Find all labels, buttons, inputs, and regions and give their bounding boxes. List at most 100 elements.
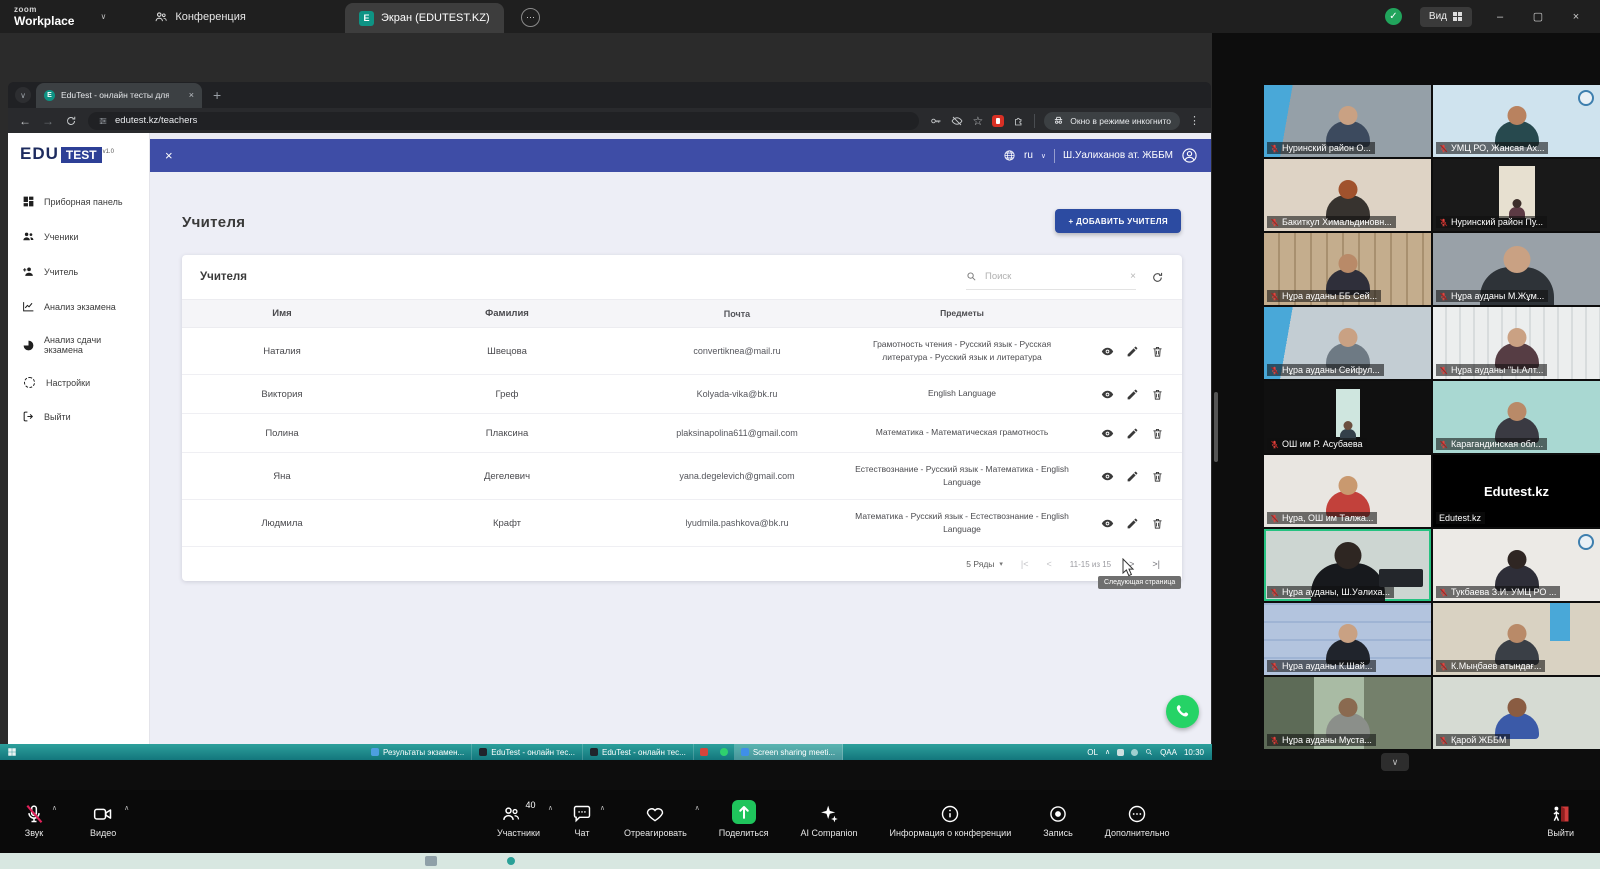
sidebar-item-teacher[interactable]: Учитель (8, 254, 149, 289)
taskbar-icon[interactable] (714, 744, 734, 760)
forward-icon[interactable]: → (42, 114, 54, 128)
record-button[interactable]: Запись (1043, 800, 1073, 838)
view-icon[interactable] (1101, 345, 1114, 358)
avatar[interactable] (1181, 147, 1198, 164)
more-button[interactable]: Дополнительно (1105, 800, 1170, 838)
keyboard-layout-label[interactable]: QAA (1160, 748, 1177, 757)
react-options-chevron[interactable]: ∧ (695, 804, 700, 812)
delete-icon[interactable] (1151, 388, 1164, 401)
first-page-button[interactable]: |< (1021, 559, 1029, 569)
close-banner-icon[interactable]: × (165, 148, 173, 163)
previous-page-button[interactable]: < (1047, 559, 1052, 569)
sidebar-item-logout[interactable]: Выйти (8, 399, 149, 434)
participant-tile[interactable]: Карагандинская обл... (1433, 381, 1600, 453)
back-icon[interactable]: ← (19, 114, 31, 128)
chat-button[interactable]: Чат ∧ (572, 800, 592, 838)
edit-icon[interactable] (1126, 427, 1139, 440)
participants-options-chevron[interactable]: ∧ (548, 804, 553, 812)
reload-icon[interactable] (65, 115, 77, 127)
leave-button[interactable]: Выйти (1547, 800, 1574, 838)
delete-icon[interactable] (1151, 470, 1164, 483)
new-tab-button[interactable]: + (213, 87, 221, 103)
audio-options-chevron[interactable]: ∧ (52, 804, 57, 812)
sidebar-item-students[interactable]: Ученики (8, 219, 149, 254)
taskbar-item[interactable]: EduTest - онлайн тес... (472, 744, 583, 760)
participant-tile[interactable]: Қарой ЖББМ (1433, 677, 1600, 749)
refresh-button[interactable] (1151, 271, 1164, 284)
edit-icon[interactable] (1126, 388, 1139, 401)
tab-list-chevron-icon[interactable]: ∨ (15, 87, 31, 103)
participant-tile[interactable]: Тукбаева З.И. УМЦ РО ... (1433, 529, 1600, 601)
hidden-icons-chevron[interactable]: ∧ (1105, 748, 1110, 756)
add-teacher-button[interactable]: + ДОБАВИТЬ УЧИТЕЛЯ (1055, 209, 1181, 233)
view-icon[interactable] (1101, 470, 1114, 483)
chat-options-chevron[interactable]: ∧ (600, 804, 605, 812)
participant-tile[interactable]: ОШ им Р. Асубаева (1264, 381, 1431, 453)
delete-icon[interactable] (1151, 345, 1164, 358)
scroll-participants-down-button[interactable]: ∨ (1381, 753, 1409, 771)
clock[interactable]: 10:30 (1184, 748, 1204, 757)
participant-tile[interactable]: УМЦ РО, Жансая Ах... (1433, 85, 1600, 157)
taskbar-item[interactable]: Результаты экзамен... (364, 744, 472, 760)
taskbar-app-icon[interactable] (425, 856, 437, 866)
tray-icon[interactable] (1131, 749, 1138, 756)
close-button[interactable]: × (1566, 11, 1586, 23)
participant-tile[interactable]: Нұра ауданы К.Шай... (1264, 603, 1431, 675)
last-page-button[interactable]: >| (1152, 559, 1160, 569)
view-icon[interactable] (1101, 427, 1114, 440)
minimize-button[interactable]: – (1490, 11, 1510, 23)
participant-tile-edutest[interactable]: Edutest.kz Edutest.kz (1433, 455, 1600, 527)
tab-conference[interactable]: Конференция (154, 10, 245, 24)
participant-tile[interactable]: Нуринский район О... (1264, 85, 1431, 157)
security-shield-icon[interactable]: ✓ (1385, 8, 1402, 25)
view-button[interactable]: Вид (1420, 7, 1472, 27)
chevron-down-icon[interactable]: ∨ (1041, 152, 1046, 160)
sidebar-item-exam-pass-analysis[interactable]: Анализ сдачи экзамена (8, 324, 149, 366)
video-button[interactable]: Видео ∧ (90, 800, 116, 838)
meeting-info-button[interactable]: Информация о конференции (890, 800, 1012, 838)
taskbar-item-active[interactable]: Screen sharing meeti... (734, 744, 843, 760)
taskbar-app-icon[interactable] (507, 857, 515, 865)
edit-icon[interactable] (1126, 470, 1139, 483)
bookmark-star-icon[interactable]: ☆ (972, 114, 983, 128)
address-bar[interactable]: edutest.kz/teachers (88, 112, 919, 130)
start-button[interactable] (0, 747, 24, 757)
tab-close-icon[interactable]: × (189, 90, 194, 100)
ai-companion-button[interactable]: AI Companion (800, 800, 857, 838)
search-icon[interactable] (1145, 748, 1153, 756)
participant-tile[interactable]: Нұра ауданы М.Жұм... (1433, 233, 1600, 305)
video-options-chevron[interactable]: ∧ (124, 804, 129, 812)
edit-icon[interactable] (1126, 345, 1139, 358)
tab-more-icon[interactable]: ⋯ (521, 8, 540, 27)
participant-tile[interactable]: Бакиткул Химальдиновн... (1264, 159, 1431, 231)
participant-tile-active-speaker[interactable]: Нұра ауданы, Ш.Уәлиха... (1264, 529, 1431, 601)
password-key-icon[interactable] (930, 115, 942, 127)
tray-icon[interactable] (1117, 749, 1124, 756)
participant-tile[interactable]: Нұра ауданы "Ы.Алт... (1433, 307, 1600, 379)
edit-icon[interactable] (1126, 517, 1139, 530)
taskbar-icon[interactable] (694, 744, 714, 760)
maximize-button[interactable]: ▢ (1528, 10, 1548, 23)
participant-tile[interactable]: Нұра ауданы Сейфул... (1264, 307, 1431, 379)
participants-button[interactable]: 40 Участники ∧ (497, 800, 540, 838)
react-button[interactable]: Отреагировать ∧ (624, 800, 687, 838)
language-select[interactable]: ru (1024, 150, 1033, 161)
scrollbar[interactable] (1214, 392, 1218, 462)
audio-button[interactable]: Звук ∧ (24, 800, 44, 838)
share-screen-button[interactable]: Поделиться (719, 800, 769, 838)
browser-tab[interactable]: E EduTest - онлайн тесты для по × (36, 83, 202, 108)
taskbar-item[interactable]: EduTest - онлайн тес... (583, 744, 694, 760)
participant-tile[interactable]: Нұра ауданы ББ Сей... (1264, 233, 1431, 305)
edutest-logo[interactable]: EDUTESTv1.0 (8, 133, 149, 174)
sidebar-item-exam-analysis[interactable]: Анализ экзамена (8, 289, 149, 324)
eye-off-icon[interactable] (951, 115, 963, 127)
participant-tile[interactable]: Нұра, ОШ им Талжа... (1264, 455, 1431, 527)
delete-icon[interactable] (1151, 427, 1164, 440)
whatsapp-button[interactable] (1166, 695, 1199, 728)
view-icon[interactable] (1101, 517, 1114, 530)
participant-tile[interactable]: Нуринский район Пу... (1433, 159, 1600, 231)
account-name[interactable]: Ш.Уалиханов ат. ЖББМ (1063, 150, 1173, 161)
search-input[interactable] (983, 270, 1124, 283)
extensions-puzzle-icon[interactable] (1013, 115, 1025, 127)
sidebar-item-dashboard[interactable]: Приборная панель (8, 184, 149, 219)
